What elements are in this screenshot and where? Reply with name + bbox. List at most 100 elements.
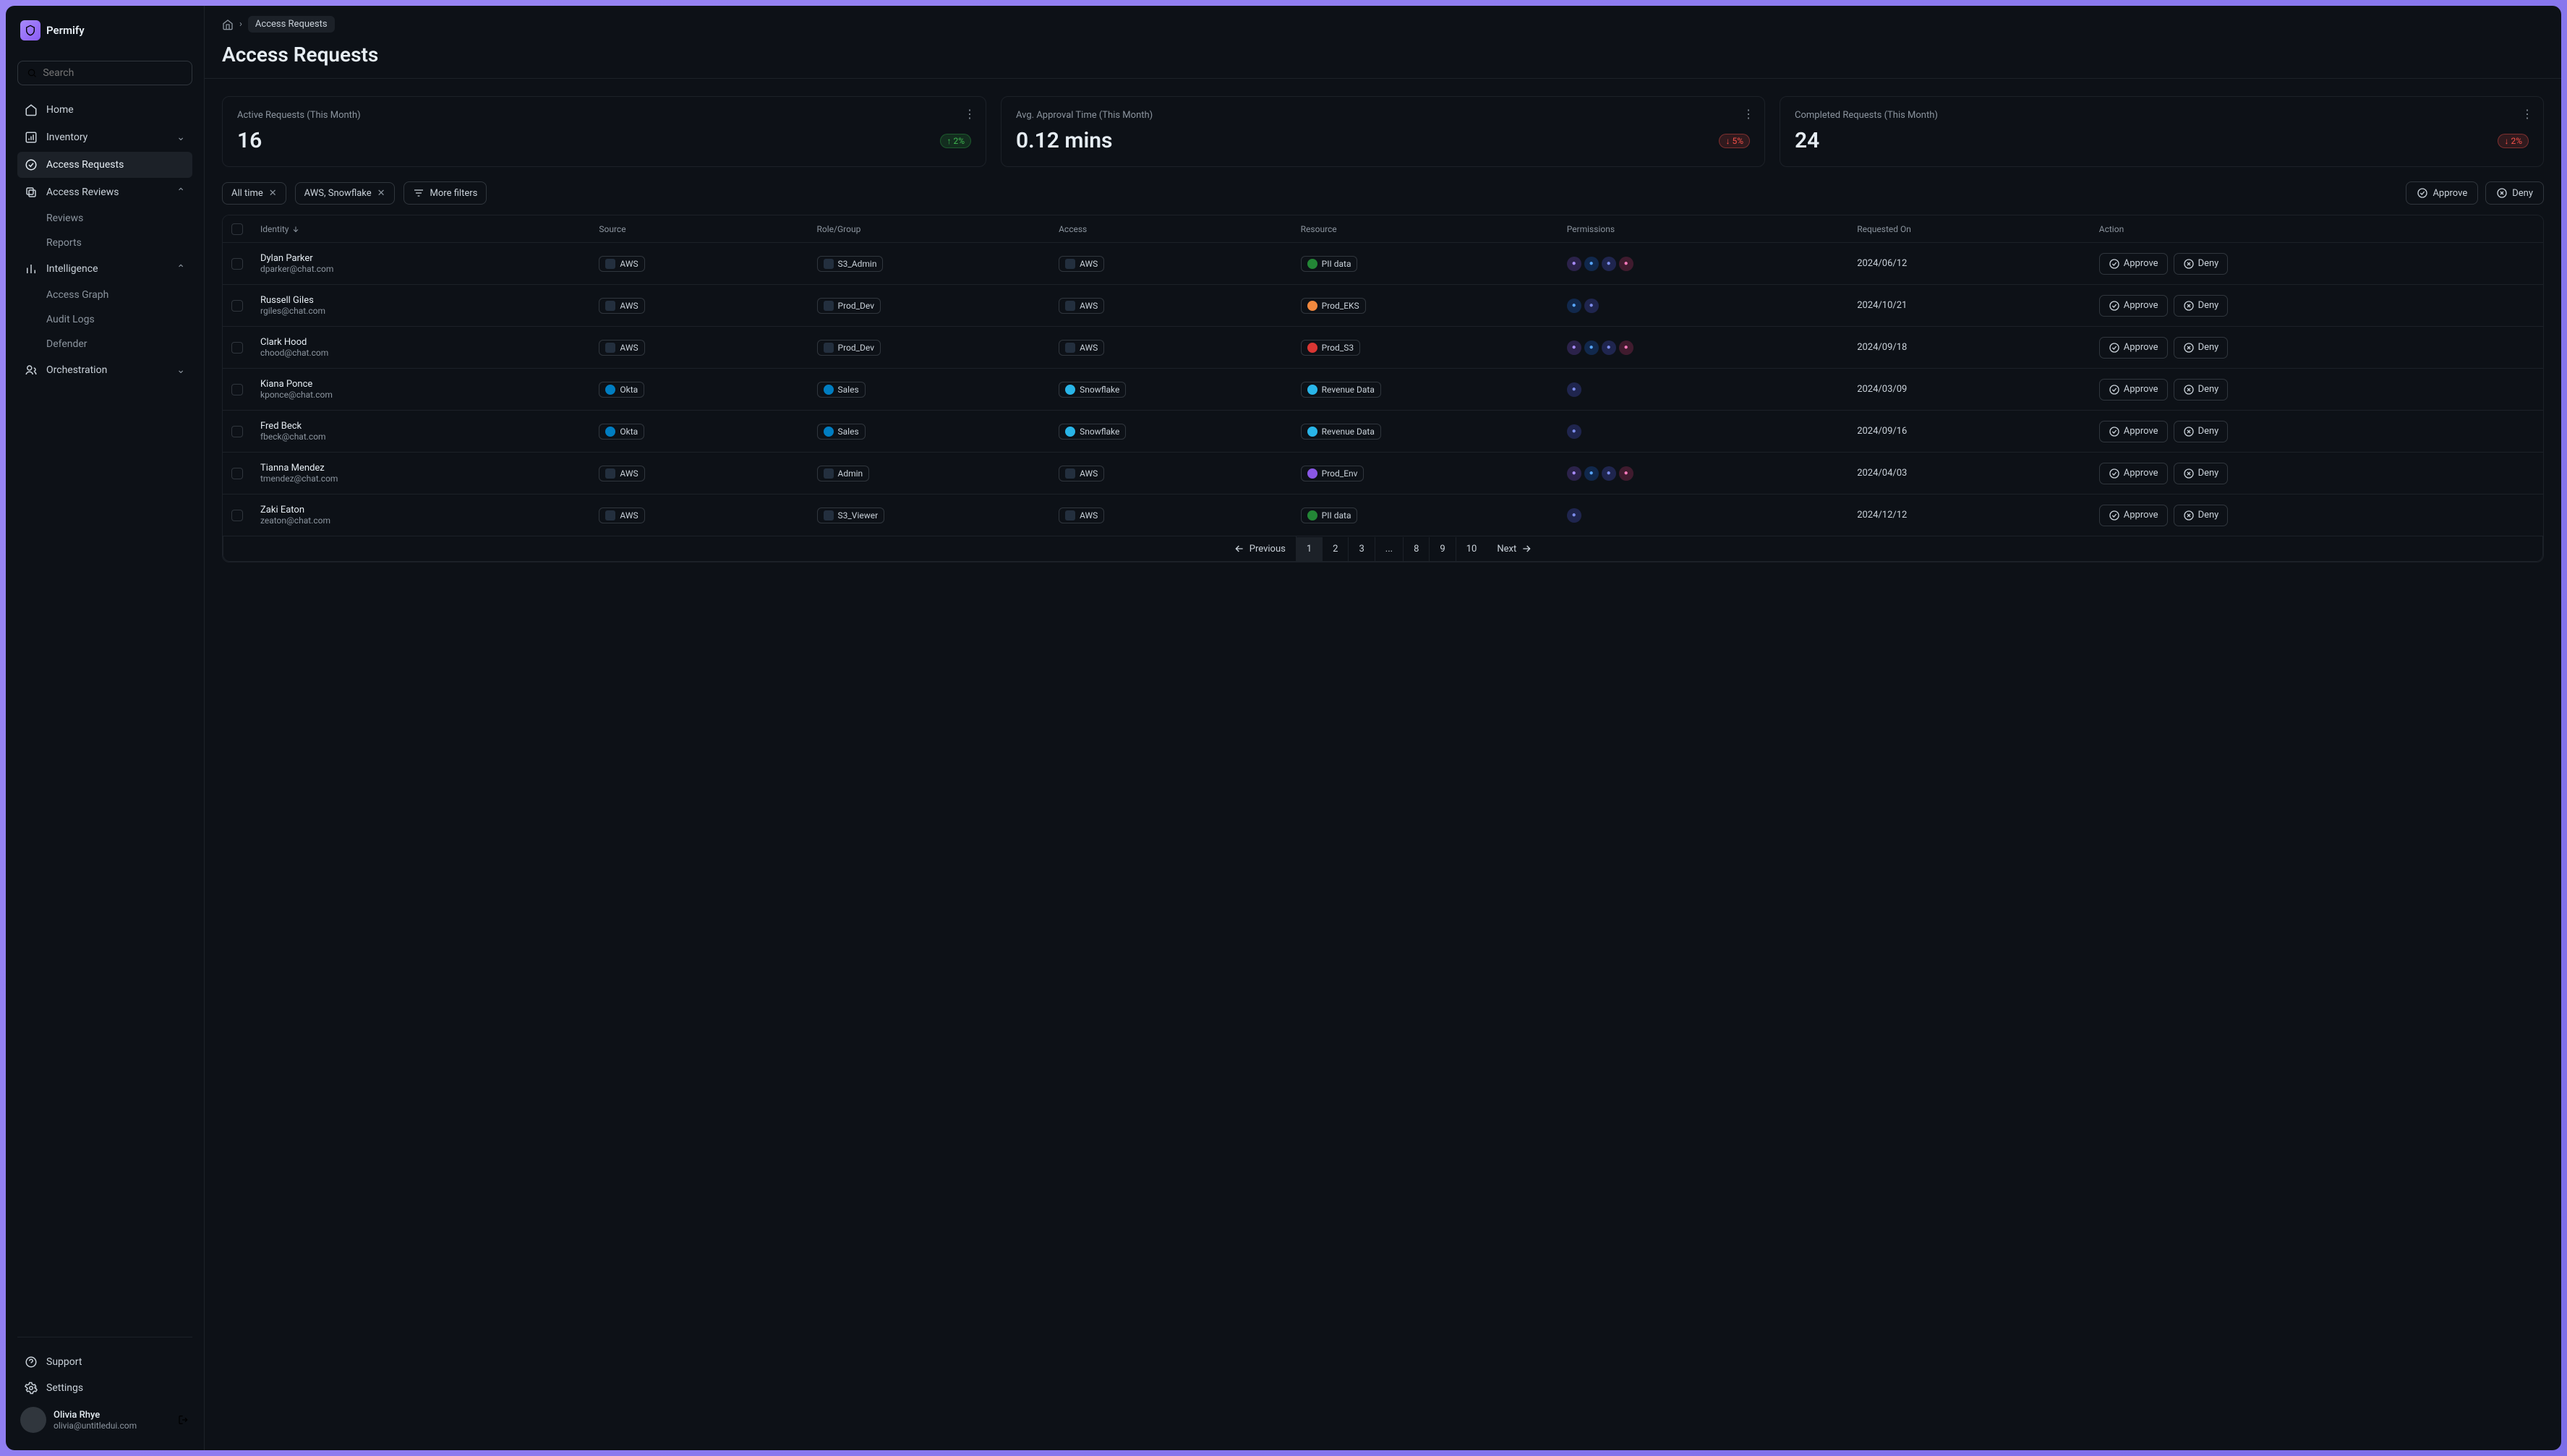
logo[interactable]: Permify <box>17 17 192 43</box>
row-checkbox[interactable] <box>231 426 243 437</box>
resource-icon <box>1307 259 1317 269</box>
approve-button[interactable]: Approve <box>2099 505 2168 526</box>
sidebar-item-home[interactable]: Home <box>17 97 192 123</box>
sidebar-item-defender[interactable]: Defender <box>17 333 192 356</box>
access-icon <box>1065 385 1075 395</box>
row-checkbox[interactable] <box>231 384 243 395</box>
resource-tag: Prod_S3 <box>1301 340 1360 356</box>
x-circle-icon <box>2183 468 2195 479</box>
col-access[interactable]: Access <box>1059 224 1301 234</box>
sidebar-item-access-graph[interactable]: Access Graph <box>17 283 192 307</box>
sidebar-item-orchestration[interactable]: Orchestration⌄ <box>17 357 192 383</box>
sidebar-item-reviews[interactable]: Reviews <box>17 207 192 230</box>
page-number[interactable]: 3 <box>1349 537 1375 561</box>
stat-card: ⋮ Completed Requests (This Month) 24 ↓ 2… <box>1780 96 2544 167</box>
approve-button[interactable]: Approve <box>2099 337 2168 359</box>
user-card[interactable]: Olivia Rhye olivia@untitledui.com <box>17 1401 192 1439</box>
page-number[interactable]: 10 <box>1456 537 1487 561</box>
row-checkbox[interactable] <box>231 300 243 312</box>
more-filters-button[interactable]: More filters <box>403 181 487 205</box>
chevron-down-icon: ⌄ <box>176 132 185 143</box>
col-identity[interactable]: Identity <box>260 224 599 234</box>
select-all-checkbox[interactable] <box>231 223 243 235</box>
next-button[interactable]: Next <box>1487 536 1542 561</box>
requested-date: 2024/09/16 <box>1857 426 2099 437</box>
page-number[interactable]: 9 <box>1430 537 1456 561</box>
sidebar-item-access-reviews[interactable]: Access Reviews⌃ <box>17 179 192 205</box>
access-tag: AWS <box>1059 256 1104 272</box>
avatar <box>20 1407 46 1433</box>
deny-button[interactable]: Deny <box>2174 379 2229 401</box>
page-number[interactable]: 1 <box>1297 537 1323 561</box>
deny-button[interactable]: Deny <box>2174 505 2229 526</box>
stat-menu-icon[interactable]: ⋮ <box>964 107 975 121</box>
sidebar-item-access-requests[interactable]: Access Requests <box>17 152 192 178</box>
role-icon <box>824 510 834 521</box>
row-checkbox[interactable] <box>231 342 243 354</box>
sidebar-item-settings[interactable]: Settings <box>17 1375 192 1401</box>
identity-cell: Russell Giles rgiles@chat.com <box>260 295 599 316</box>
role-icon <box>824 301 834 311</box>
check-circle-icon <box>2109 468 2120 479</box>
approve-button[interactable]: Approve <box>2099 253 2168 275</box>
source-icon <box>605 427 615 437</box>
logout-icon[interactable] <box>178 1414 189 1426</box>
deny-button[interactable]: Deny <box>2174 463 2229 484</box>
approve-button[interactable]: Approve <box>2099 421 2168 442</box>
page-number[interactable]: 8 <box>1404 537 1430 561</box>
permission-badge: ● <box>1602 341 1616 355</box>
deny-button[interactable]: Deny <box>2174 337 2229 359</box>
bulk-approve-button[interactable]: Approve <box>2406 181 2478 205</box>
row-checkbox[interactable] <box>231 258 243 270</box>
logo-icon <box>20 20 40 40</box>
permissions-cell: ● <box>1567 508 1858 523</box>
close-icon[interactable]: ✕ <box>377 188 385 199</box>
home-breadcrumb-icon[interactable] <box>222 19 234 30</box>
table-row: Russell Giles rgiles@chat.com AWS Prod_D… <box>223 285 2543 327</box>
identity-name: Fred Beck <box>260 421 599 432</box>
filter-chip-source[interactable]: AWS, Snowflake✕ <box>295 182 395 205</box>
col-resource[interactable]: Resource <box>1301 224 1567 234</box>
role-tag: Sales <box>817 424 866 440</box>
approve-button[interactable]: Approve <box>2099 379 2168 401</box>
col-source[interactable]: Source <box>599 224 816 234</box>
arrow-left-icon <box>1234 543 1245 554</box>
deny-button[interactable]: Deny <box>2174 421 2229 442</box>
sidebar-item-inventory[interactable]: Inventory⌄ <box>17 124 192 150</box>
search-input[interactable] <box>17 61 192 85</box>
role-tag: Prod_Dev <box>817 340 881 356</box>
stat-menu-icon[interactable]: ⋮ <box>1743 107 1754 121</box>
resource-tag: Prod_Env <box>1301 466 1364 481</box>
stat-menu-icon[interactable]: ⋮ <box>2521 107 2533 121</box>
prev-button[interactable]: Previous <box>1223 536 1297 561</box>
resource-tag: Revenue Data <box>1301 382 1381 398</box>
row-checkbox[interactable] <box>231 510 243 521</box>
filter-chip-time[interactable]: All time✕ <box>222 182 286 205</box>
sidebar-item-audit-logs[interactable]: Audit Logs <box>17 308 192 331</box>
sort-icon <box>291 225 300 234</box>
approve-button[interactable]: Approve <box>2099 463 2168 484</box>
pagination: Previous 123...8910 Next <box>223 536 2543 562</box>
check-circle-icon <box>25 158 38 171</box>
sidebar-item-reports[interactable]: Reports <box>17 231 192 254</box>
role-tag: S3_Viewer <box>817 508 885 523</box>
approve-button[interactable]: Approve <box>2099 295 2168 317</box>
identity-email: fbeck@chat.com <box>260 432 599 442</box>
close-icon[interactable]: ✕ <box>269 188 277 199</box>
permissions-cell: ●●●● <box>1567 341 1858 355</box>
requested-date: 2024/04/03 <box>1857 468 2099 479</box>
page-number[interactable]: 2 <box>1323 537 1349 561</box>
sidebar-item-support[interactable]: Support <box>17 1349 192 1375</box>
deny-button[interactable]: Deny <box>2174 253 2229 275</box>
col-permissions[interactable]: Permissions <box>1567 224 1858 234</box>
resource-tag: PII data <box>1301 256 1358 272</box>
bulk-deny-button[interactable]: Deny <box>2485 181 2544 205</box>
row-checkbox[interactable] <box>231 468 243 479</box>
deny-button[interactable]: Deny <box>2174 295 2229 317</box>
identity-cell: Kiana Ponce kponce@chat.com <box>260 379 599 400</box>
sidebar-item-intelligence[interactable]: Intelligence⌃ <box>17 256 192 282</box>
col-requested[interactable]: Requested On <box>1857 224 2099 234</box>
search-field[interactable] <box>43 67 183 79</box>
identity-email: zeaton@chat.com <box>260 515 599 526</box>
col-role[interactable]: Role/Group <box>817 224 1059 234</box>
